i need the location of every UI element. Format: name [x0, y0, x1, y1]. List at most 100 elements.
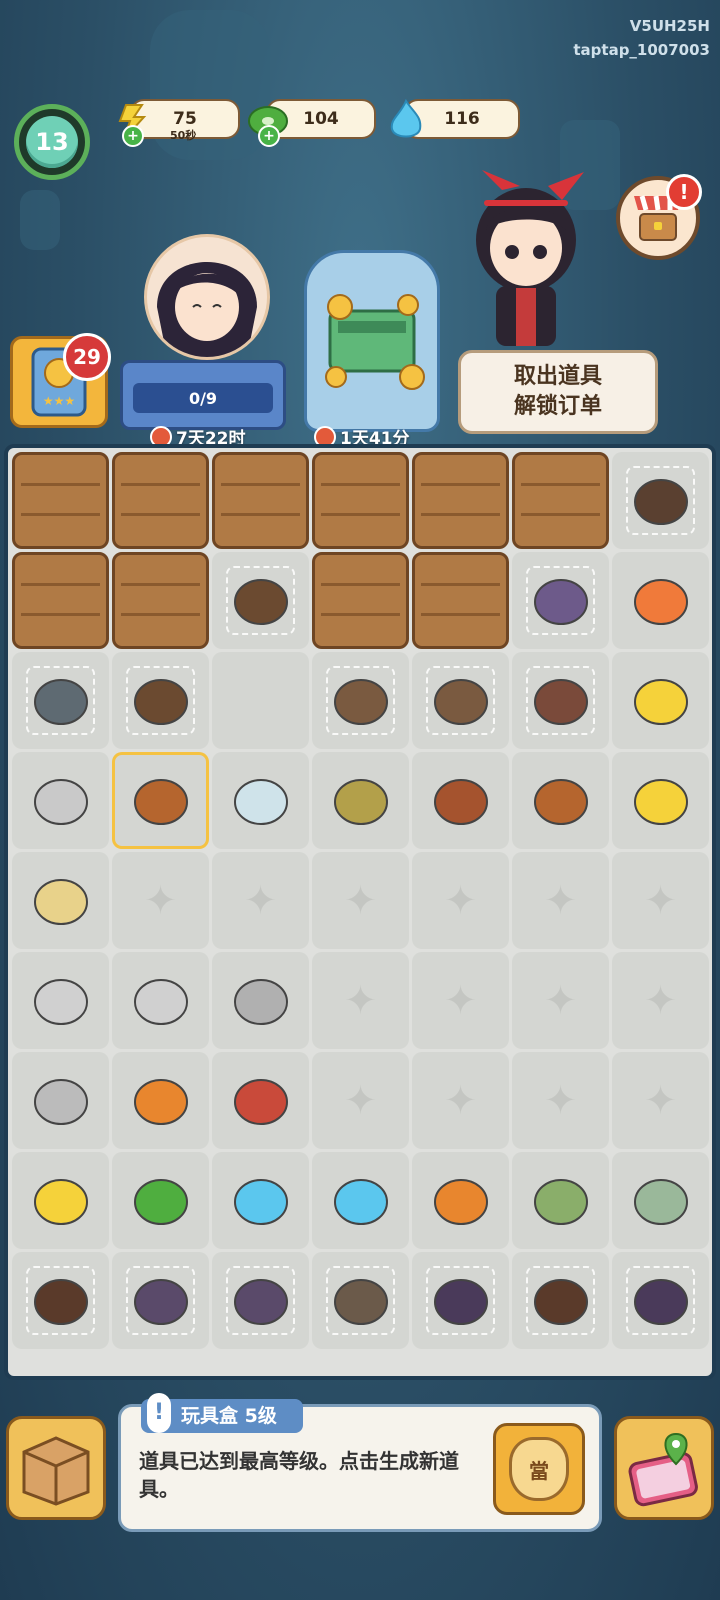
cabinet-icon — [326, 764, 396, 838]
scissors-icon — [26, 764, 96, 838]
sell-item-button[interactable]: 當 — [493, 1423, 585, 1515]
cobweb-overlay — [126, 1266, 195, 1335]
energy-refill-timer: 50秒 — [170, 129, 197, 142]
board-item-cell[interactable] — [512, 1252, 609, 1349]
player-level-badge[interactable]: 13 — [14, 104, 90, 180]
board-item-cell[interactable] — [212, 1152, 309, 1249]
board-item-cell[interactable] — [112, 1052, 209, 1149]
level-number: 13 — [26, 116, 78, 168]
board-item-cell[interactable] — [212, 952, 309, 1049]
locked-plank-cell[interactable] — [112, 552, 209, 649]
board-item-cell[interactable] — [312, 652, 409, 749]
board-item-cell[interactable] — [612, 1152, 709, 1249]
unlock-hint-line2: 解锁订单 — [513, 394, 602, 419]
board-item-cell[interactable] — [212, 752, 309, 849]
resource-blue-flame: 116 — [384, 99, 520, 139]
merge-board — [4, 444, 716, 1380]
treasure-chest[interactable] — [304, 250, 440, 432]
cobweb-overlay — [526, 666, 595, 735]
awl-icon — [226, 1064, 296, 1138]
board-item-cell[interactable] — [412, 1252, 509, 1349]
board-item-cell[interactable] — [212, 1252, 309, 1349]
map-button[interactable] — [614, 1416, 714, 1520]
toy-chest-icon — [126, 764, 196, 838]
resource-jade-coin[interactable]: 104 + — [246, 99, 376, 147]
unlock-hint-line1: 取出道具 — [513, 364, 602, 389]
board-item-cell[interactable] — [112, 1152, 209, 1249]
board-item-cell[interactable] — [112, 952, 209, 1049]
board-grid — [12, 452, 709, 1349]
board-item-cell[interactable] — [512, 552, 609, 649]
empty-cell[interactable] — [112, 852, 209, 949]
locked-plank-cell[interactable] — [212, 452, 309, 549]
empty-cell[interactable] — [412, 952, 509, 1049]
empty-cell[interactable] — [512, 852, 609, 949]
board-item-cell[interactable] — [12, 752, 109, 849]
board-item-cell[interactable] — [612, 452, 709, 549]
board-item-cell[interactable] — [212, 552, 309, 649]
locked-plank-cell[interactable] — [12, 552, 109, 649]
locked-plank-cell[interactable] — [312, 552, 409, 649]
empty-cell[interactable] — [412, 1052, 509, 1149]
collection-card-button[interactable]: ★★★ 29 — [10, 333, 111, 428]
cobweb-overlay — [626, 1266, 695, 1335]
board-item-cell[interactable] — [512, 752, 609, 849]
add-energy-button[interactable]: + — [122, 125, 144, 147]
empty-cell[interactable] — [212, 652, 309, 749]
board-item-cell[interactable] — [412, 1152, 509, 1249]
board-item-cell[interactable] — [512, 1152, 609, 1249]
locked-plank-cell[interactable] — [412, 552, 509, 649]
board-item-cell[interactable] — [12, 1252, 109, 1349]
board-item-cell[interactable] — [12, 652, 109, 749]
shop-alert-badge: ! — [666, 174, 702, 210]
inventory-box-button[interactable] — [6, 1416, 106, 1520]
board-item-cell[interactable] — [612, 1252, 709, 1349]
empty-cell[interactable] — [512, 952, 609, 1049]
board-item-cell[interactable] — [112, 652, 209, 749]
empty-cell[interactable] — [512, 1052, 609, 1149]
empty-cell[interactable] — [612, 952, 709, 1049]
empty-cell[interactable] — [612, 852, 709, 949]
board-item-cell[interactable] — [12, 1152, 109, 1249]
board-item-cell[interactable] — [212, 1052, 309, 1149]
board-item-cell[interactable] — [612, 652, 709, 749]
shopkeeper-girl — [462, 170, 592, 350]
empty-cell[interactable] — [312, 952, 409, 1049]
locked-plank-cell[interactable] — [412, 452, 509, 549]
board-item-cell[interactable] — [12, 852, 109, 949]
empty-cell[interactable] — [212, 852, 309, 949]
board-item-cell[interactable] — [112, 752, 209, 849]
order-progress-panel: 0/9 — [120, 360, 286, 430]
board-item-cell[interactable] — [312, 752, 409, 849]
board-item-cell[interactable] — [612, 552, 709, 649]
tea-package-icon — [526, 1164, 596, 1238]
user-id-name: taptap_1007003 — [573, 41, 710, 59]
board-item-cell[interactable] — [512, 652, 609, 749]
empty-cell[interactable] — [412, 852, 509, 949]
empty-cell[interactable] — [312, 852, 409, 949]
board-item-cell[interactable] — [412, 752, 509, 849]
board-item-cell[interactable] — [312, 1252, 409, 1349]
locked-plank-cell[interactable] — [512, 452, 609, 549]
cobweb-overlay — [326, 1266, 395, 1335]
resource-energy[interactable]: 75 + 50秒 — [110, 99, 240, 147]
add-jade-coin-button[interactable]: + — [258, 125, 280, 147]
cobweb-overlay — [26, 1266, 95, 1335]
empty-cell[interactable] — [312, 1052, 409, 1149]
double-lightning-icon — [626, 664, 696, 738]
empty-cell[interactable] — [612, 1052, 709, 1149]
shop-button[interactable]: ! — [616, 174, 702, 260]
cobweb-overlay — [426, 1266, 495, 1335]
board-item-cell[interactable] — [412, 652, 509, 749]
jade-coin-icon — [126, 1164, 196, 1238]
board-item-cell[interactable] — [12, 952, 109, 1049]
board-item-cell[interactable] — [112, 1252, 209, 1349]
board-item-cell[interactable] — [612, 752, 709, 849]
board-item-cell[interactable] — [12, 1052, 109, 1149]
locked-plank-cell[interactable] — [312, 452, 409, 549]
locked-plank-cell[interactable] — [12, 452, 109, 549]
locked-plank-cell[interactable] — [112, 452, 209, 549]
board-item-cell[interactable] — [312, 1152, 409, 1249]
order-character[interactable]: 0/9 — [120, 226, 286, 436]
sell-label: 當 — [529, 1458, 549, 1483]
